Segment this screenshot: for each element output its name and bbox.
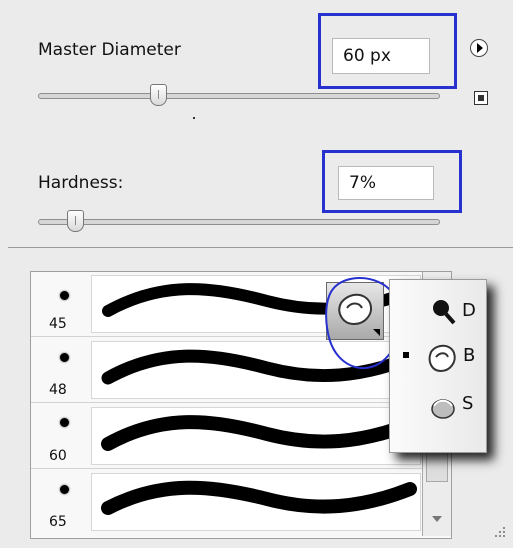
menu-item-label: S [462, 393, 474, 414]
brush-tip-dot [60, 291, 69, 300]
brush-tip-dot [60, 485, 69, 494]
brush-stroke-preview [91, 473, 421, 531]
stroke-icon [431, 399, 455, 419]
master-diameter-slider[interactable] [38, 84, 440, 108]
brush-size: 48 [49, 382, 67, 398]
magnifier-icon [433, 300, 456, 325]
brush-size: 60 [49, 448, 67, 464]
menu-item-d[interactable]: D [390, 290, 486, 332]
brush-stroke-preview [91, 407, 421, 465]
master-diameter-input[interactable]: 60 px [332, 38, 430, 74]
brush-tip-icon [428, 344, 456, 373]
master-diameter-label: Master Diameter [38, 40, 181, 60]
brush-size: 65 [49, 514, 67, 530]
section-divider [8, 247, 513, 248]
hardness-input[interactable]: 7% [338, 166, 434, 200]
brush-tip-dot [60, 353, 69, 362]
brush-row[interactable]: 65 [31, 470, 422, 535]
brush-row[interactable]: 60 [31, 404, 422, 469]
hardness-slider[interactable] [38, 210, 440, 234]
master-diameter-slider-thumb[interactable] [150, 84, 167, 106]
menu-item-s[interactable]: S [390, 385, 486, 427]
master-diameter-slider-track [38, 93, 440, 99]
arrow-right-icon [477, 43, 483, 53]
panel-menu-button[interactable] [470, 39, 488, 57]
hardness-slider-thumb[interactable] [67, 210, 84, 232]
brush-context-menu[interactable]: D B S [389, 279, 487, 453]
scroll-down-icon[interactable] [427, 512, 447, 526]
selected-indicator [403, 352, 409, 358]
scrollbar-thumb[interactable] [426, 450, 448, 482]
menu-item-b[interactable]: B [390, 336, 486, 378]
menu-item-label: D [462, 300, 476, 321]
slider-tick [193, 117, 195, 119]
brush-tip-dot [60, 418, 69, 427]
brush-size: 45 [49, 316, 67, 332]
resize-grip-icon[interactable] [494, 526, 508, 540]
resize-icon[interactable] [474, 91, 488, 105]
menu-item-label: B [463, 345, 476, 366]
hardness-label: Hardness: [38, 173, 124, 193]
hardness-slider-track [38, 219, 440, 225]
